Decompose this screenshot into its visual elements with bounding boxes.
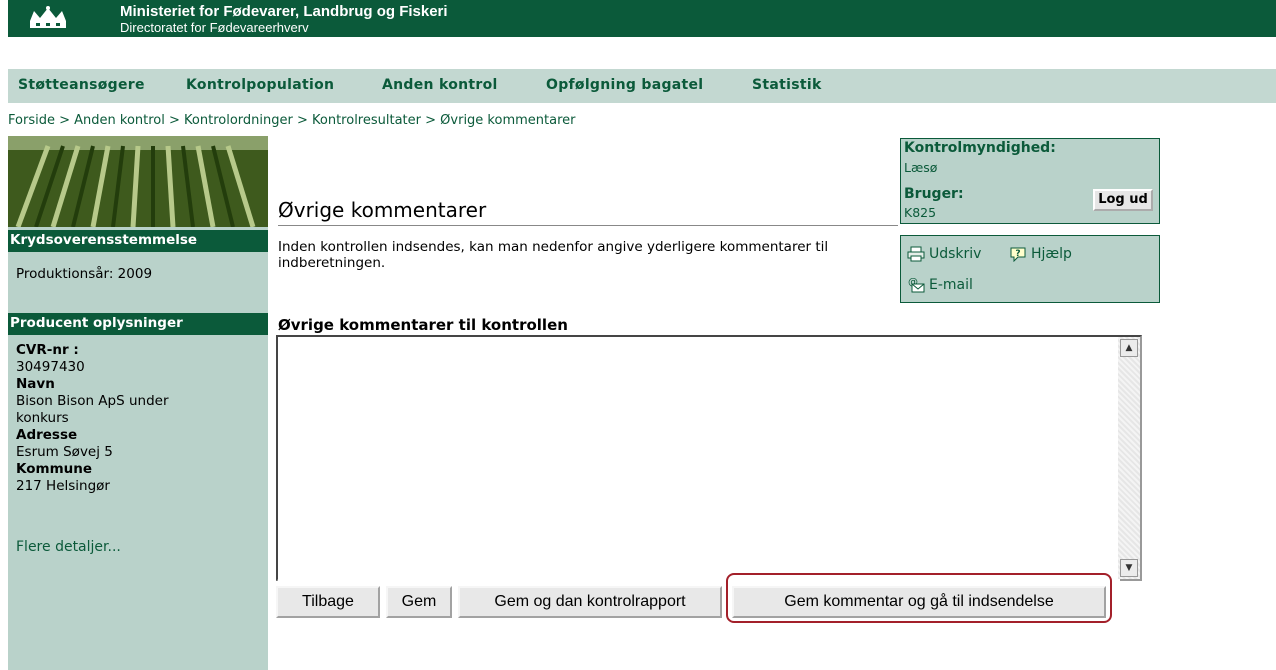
intro-text: Inden kontrollen indsendes, kan man nede…: [278, 239, 829, 271]
ministry-name: Ministeriet for Fødevarer, Landbrug og F…: [120, 3, 448, 20]
save-report-button[interactable]: Gem og dan kontrolrapport: [458, 586, 722, 618]
directorate-name: Directoratet for Fødevareerhverv: [120, 20, 309, 35]
crown-icon: [30, 6, 66, 28]
save-button[interactable]: Gem: [386, 586, 452, 618]
more-details-link[interactable]: Flere detaljer...: [16, 539, 121, 555]
user-label: Bruger:: [904, 186, 964, 202]
comment-section-label: Øvrige kommentarer til kontrollen: [278, 316, 568, 334]
logout-button[interactable]: Log ud: [1093, 189, 1153, 211]
menu-item-stoetteansoegere[interactable]: Støtteansøgere: [18, 77, 145, 93]
section-title-producent: Producent oplysninger: [8, 313, 268, 335]
authority-label: Kontrolmyndighed:: [904, 140, 1056, 156]
comment-textarea[interactable]: [278, 337, 1120, 583]
header-bar: Ministeriet for Fødevarer, Landbrug og F…: [8, 0, 1276, 37]
breadcrumb-item[interactable]: Anden kontrol: [74, 113, 165, 128]
name-value: Bison Bison ApS under: [16, 393, 169, 409]
tools-box: Udskriv ? Hjælp @ E-mail: [900, 235, 1160, 303]
comment-textarea-frame: ▲ ▼: [276, 335, 1142, 583]
menu-item-kontrolpopulation[interactable]: Kontrolpopulation: [186, 77, 334, 93]
comment-scrollbar[interactable]: ▲ ▼: [1118, 337, 1140, 579]
menu-item-statistik[interactable]: Statistik: [752, 77, 822, 93]
cvr-value: 30497430: [16, 359, 85, 375]
authority-value: Læsø: [904, 160, 938, 175]
page-title: Øvrige kommentarer: [278, 198, 487, 222]
breadcrumb-item[interactable]: Forside: [8, 113, 55, 128]
user-value: K825: [904, 205, 937, 220]
sidebar: Krydsoverensstemmelse Produktionsår: 200…: [8, 136, 268, 670]
email-link[interactable]: @ E-mail: [907, 276, 973, 294]
name-label: Navn: [16, 376, 55, 392]
print-label: Udskriv: [929, 246, 982, 262]
save-submit-button[interactable]: Gem kommentar og gå til indsendelse: [732, 586, 1106, 618]
section-title-krydsoverensstemmelse: Krydsoverensstemmelse: [8, 230, 268, 252]
scroll-down-icon[interactable]: ▼: [1120, 559, 1138, 577]
breadcrumb: Forside > Anden kontrol > Kontrolordning…: [8, 113, 576, 128]
cvr-label: CVR-nr :: [16, 342, 79, 358]
user-info-box: Kontrolmyndighed: Læsø Bruger: K825 Log …: [900, 138, 1160, 224]
municipality-value: 217 Helsingør: [16, 478, 110, 494]
back-button[interactable]: Tilbage: [276, 586, 380, 618]
municipality-label: Kommune: [16, 461, 93, 477]
address-value: Esrum Søvej 5: [16, 444, 113, 460]
help-label: Hjælp: [1031, 246, 1072, 262]
field-photo: [8, 136, 268, 227]
help-link[interactable]: ? Hjælp: [1009, 246, 1072, 262]
title-divider: [278, 225, 898, 226]
breadcrumb-current: Øvrige kommentarer: [440, 113, 576, 128]
name-value-cont: konkurs: [16, 410, 69, 426]
breadcrumb-item[interactable]: Kontrolresultater: [312, 113, 421, 128]
svg-text:?: ?: [1015, 249, 1020, 259]
email-label: E-mail: [929, 277, 973, 293]
email-icon: @: [908, 277, 925, 293]
breadcrumb-item[interactable]: Kontrolordninger: [184, 113, 293, 128]
scroll-up-icon[interactable]: ▲: [1120, 339, 1138, 357]
menu-item-opfoelgning-bagatel[interactable]: Opfølgning bagatel: [546, 77, 703, 93]
production-year: Produktionsår: 2009: [16, 266, 153, 282]
help-icon: ?: [1010, 247, 1026, 262]
address-label: Adresse: [16, 427, 78, 443]
print-link[interactable]: Udskriv: [907, 246, 981, 262]
printer-icon: [907, 246, 925, 262]
menu-item-anden-kontrol[interactable]: Anden kontrol: [382, 77, 498, 93]
main-menu: Støtteansøgere Kontrolpopulation Anden k…: [8, 69, 1276, 103]
